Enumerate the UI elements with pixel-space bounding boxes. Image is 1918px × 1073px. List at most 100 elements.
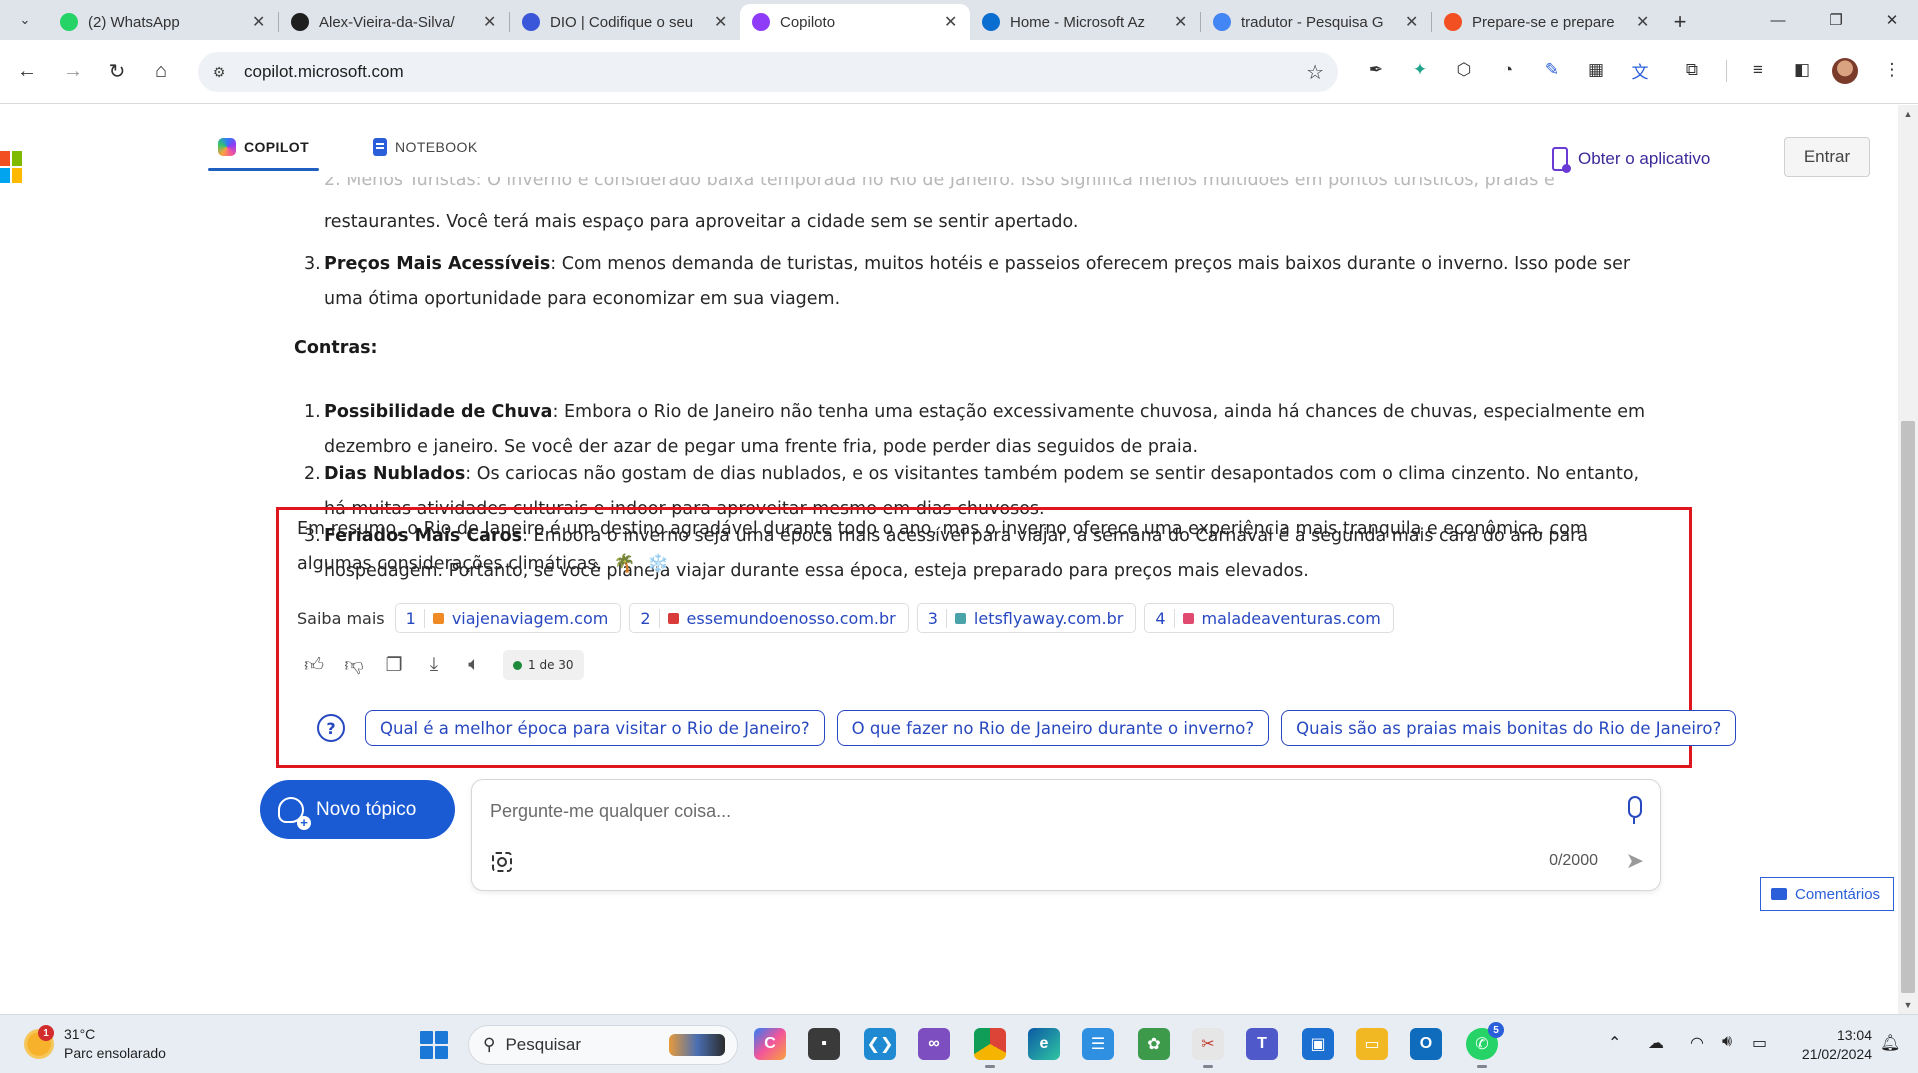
comment-icon (1771, 888, 1787, 900)
list-item-number: 1. (304, 402, 321, 422)
bookmark-star-icon[interactable]: ☆ (1306, 60, 1324, 85)
list-item-number: 2. (304, 464, 321, 484)
get-app-link[interactable]: Obter o aplicativo (1552, 147, 1710, 173)
close-tab-icon[interactable]: ✕ (714, 12, 728, 32)
tab-copilot[interactable]: COPILOT (208, 125, 320, 171)
suggestion-chip[interactable]: Quais são as praias mais bonitas do Rio … (1281, 710, 1737, 746)
back-button[interactable]: ← (10, 54, 44, 88)
scrollbar-thumb[interactable] (1901, 421, 1915, 993)
browser-tab[interactable]: Home - Microsoft Az ✕ (970, 4, 1200, 40)
cube-extension-icon[interactable]: ⬡ (1450, 56, 1478, 84)
file-explorer-app-icon[interactable]: ▭ (1356, 1028, 1388, 1060)
browser-tab-strip: ⌄ (2) WhatsApp ✕ Alex-Vieira-da-Silva/✕ DIO… (0, 0, 1918, 40)
screenshot-icon[interactable] (492, 852, 512, 872)
windows-start-icon[interactable] (420, 1031, 448, 1059)
feedback-button[interactable]: Comentários (1760, 877, 1894, 911)
edge-app-icon[interactable]: e (1028, 1028, 1060, 1060)
minimize-button[interactable]: — (1748, 0, 1808, 40)
citation-link[interactable]: 2 essemundoenosso.com.br (629, 603, 909, 633)
sign-in-button[interactable]: Entrar (1784, 137, 1870, 177)
profile-avatar[interactable] (1832, 58, 1858, 84)
terminal-app-icon[interactable]: ▪ (808, 1028, 840, 1060)
speaker-icon[interactable]: 🔈︎ (463, 654, 485, 676)
speed-extension-icon[interactable]: ◔ (1494, 56, 1522, 84)
browser-tab[interactable]: Alex-Vieira-da-Silva/ ✕ (279, 4, 509, 40)
chrome-app-icon[interactable] (974, 1028, 1006, 1068)
notification-bell-icon[interactable]: 🔔︎ (1880, 1033, 1900, 1055)
close-window-button[interactable]: ✕ (1862, 0, 1918, 40)
pen-extension-icon[interactable]: ✎ (1538, 56, 1566, 84)
new-tab-button[interactable]: + (1662, 4, 1698, 40)
eyedropper-extension-icon[interactable]: ✒ (1362, 56, 1390, 84)
thumbs-up-icon[interactable]: 👍︎ (303, 654, 325, 676)
browser-tab[interactable]: (2) WhatsApp ✕ (48, 4, 278, 40)
microsoft-icon (1444, 13, 1462, 31)
outlook-app-icon[interactable]: O (1410, 1028, 1442, 1060)
photo-app-icon[interactable]: ✿ (1138, 1028, 1170, 1060)
site-favicon-icon (1182, 612, 1194, 624)
whatsapp-app-icon[interactable]: ✆ 5 (1466, 1022, 1504, 1068)
suggestion-chip[interactable]: O que fazer no Rio de Janeiro durante o … (836, 710, 1270, 746)
copilot-preview-app-icon[interactable]: C (754, 1028, 786, 1060)
new-topic-button[interactable]: Novo tópico (260, 780, 455, 839)
onedrive-icon[interactable]: ☁ (1648, 1033, 1664, 1053)
help-question-icon[interactable]: ? (317, 714, 345, 742)
taskbar-search[interactable]: ⚲ Pesquisar (468, 1025, 738, 1065)
weather-widget[interactable]: 1 31°C Parc ensolarado (24, 1025, 166, 1063)
close-tab-icon[interactable]: ✕ (252, 12, 266, 32)
browser-tab[interactable]: tradutor - Pesquisa G ✕ (1201, 4, 1431, 40)
side-panel-icon[interactable]: ◧ (1788, 56, 1816, 84)
system-clock[interactable]: 13:04 21/02/2024 (1786, 1026, 1872, 1064)
visual-studio-app-icon[interactable]: ∞ (918, 1028, 950, 1060)
close-tab-icon[interactable]: ✕ (483, 12, 497, 32)
translate-extension-icon[interactable]: 文 (1626, 56, 1654, 84)
volume-icon[interactable]: 🔊︎ (1722, 1033, 1732, 1051)
send-icon[interactable]: ➤ (1626, 848, 1644, 874)
browser-tab[interactable]: Copiloto ✕ (740, 4, 970, 40)
site-settings-icon[interactable]: ⚙ (206, 59, 232, 85)
copy-icon[interactable]: ❐ (383, 654, 405, 676)
forward-button[interactable]: → (56, 54, 90, 88)
reload-button[interactable]: ↻ (100, 54, 134, 88)
scroll-up-arrow-icon[interactable]: ▲ (1898, 105, 1918, 123)
extensions-puzzle-icon[interactable]: ⧉ (1678, 56, 1706, 84)
browser-tab[interactable]: DIO | Codifique o seu ✕ (510, 4, 740, 40)
citation-link[interactable]: 3 letsflyaway.com.br (916, 603, 1137, 633)
microphone-icon[interactable] (1628, 796, 1642, 824)
media-control-icon[interactable]: ≡ (1744, 56, 1772, 84)
runner-extension-icon[interactable]: ✦ (1406, 56, 1434, 84)
close-tab-icon[interactable]: ✕ (1636, 12, 1650, 32)
restore-button[interactable]: ❐ (1806, 0, 1866, 40)
tab-notebook[interactable]: NOTEBOOK (363, 125, 488, 169)
tray-overflow-icon[interactable]: ⌃ (1608, 1033, 1621, 1053)
vscode-app-icon[interactable]: ❮❯ (864, 1028, 896, 1060)
notebook-icon (373, 138, 388, 156)
address-bar[interactable]: ⚙ copilot.microsoft.com ☆ (198, 52, 1338, 92)
qr-extension-icon[interactable]: ▦ (1582, 56, 1610, 84)
battery-icon[interactable]: ▭ (1752, 1033, 1767, 1053)
thumbs-down-icon[interactable]: 👎︎ (343, 654, 365, 676)
scroll-down-arrow-icon[interactable]: ▼ (1898, 996, 1918, 1014)
browser-menu-icon[interactable]: ⋮ (1878, 56, 1906, 84)
suggestion-chip[interactable]: Qual é a melhor época para visitar o Rio… (365, 710, 825, 746)
list-item-title: Preços Mais Acessíveis (324, 254, 551, 274)
download-icon[interactable]: ⤓ (423, 654, 445, 676)
wifi-icon[interactable]: ◠ (1690, 1033, 1704, 1053)
notepad-app-icon[interactable]: ☰ (1082, 1028, 1114, 1060)
page-scrollbar[interactable]: ▲ ▼ (1898, 105, 1918, 1014)
snipping-tool-app-icon[interactable]: ✂ (1192, 1028, 1224, 1068)
close-tab-icon[interactable]: ✕ (1174, 12, 1188, 32)
github-icon (291, 13, 309, 31)
citation-link[interactable]: 4 maladeaventuras.com (1144, 603, 1394, 633)
chat-input[interactable] (490, 796, 1570, 826)
citation-number: 1 (406, 608, 425, 628)
teams-app-icon[interactable]: T (1246, 1028, 1278, 1060)
close-tab-icon[interactable]: ✕ (944, 12, 958, 32)
tab-search-button[interactable]: ⌄ (12, 8, 38, 32)
store-app-icon[interactable]: ▣ (1302, 1028, 1334, 1060)
close-tab-icon[interactable]: ✕ (1405, 12, 1419, 32)
browser-tab[interactable]: Prepare-se e prepare ✕ (1432, 4, 1662, 40)
home-button[interactable]: ⌂ (144, 54, 178, 88)
citation-link[interactable]: 1 viajenaviagem.com (394, 603, 622, 633)
microsoft-logo-icon[interactable] (0, 151, 22, 185)
